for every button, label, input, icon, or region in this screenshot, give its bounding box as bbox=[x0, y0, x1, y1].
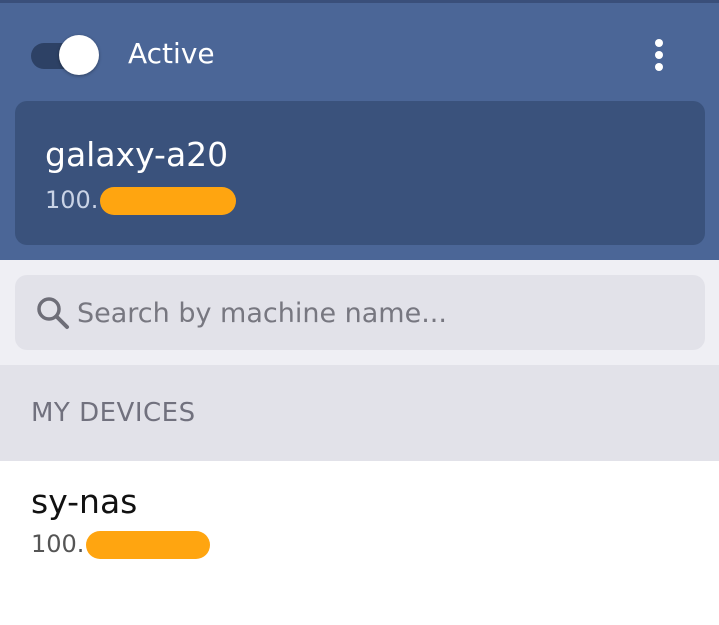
self-device-ip-prefix: 100. bbox=[45, 186, 99, 214]
active-toggle[interactable] bbox=[31, 35, 99, 75]
section-title: MY DEVICES bbox=[31, 398, 196, 428]
more-options-button[interactable] bbox=[640, 33, 680, 77]
redaction-mark bbox=[100, 187, 237, 215]
toggle-knob bbox=[59, 35, 99, 75]
search-box[interactable] bbox=[15, 275, 705, 350]
search-icon bbox=[35, 295, 71, 331]
search-input[interactable] bbox=[75, 293, 675, 333]
redaction-mark bbox=[86, 531, 211, 559]
section-header: MY DEVICES bbox=[0, 365, 719, 461]
search-area bbox=[0, 260, 719, 365]
self-device-card[interactable]: galaxy-a20 100. bbox=[15, 101, 705, 245]
device-list-item[interactable]: sy-nas 100. bbox=[0, 461, 719, 625]
device-ip: 100. bbox=[31, 529, 211, 559]
device-ip-prefix: 100. bbox=[31, 530, 85, 558]
self-device-ip: 100. bbox=[45, 185, 237, 215]
status-label: Active bbox=[128, 37, 215, 70]
self-device-name: galaxy-a20 bbox=[45, 135, 229, 174]
device-name: sy-nas bbox=[31, 482, 138, 521]
app-header: Active galaxy-a20 100. bbox=[0, 3, 719, 260]
